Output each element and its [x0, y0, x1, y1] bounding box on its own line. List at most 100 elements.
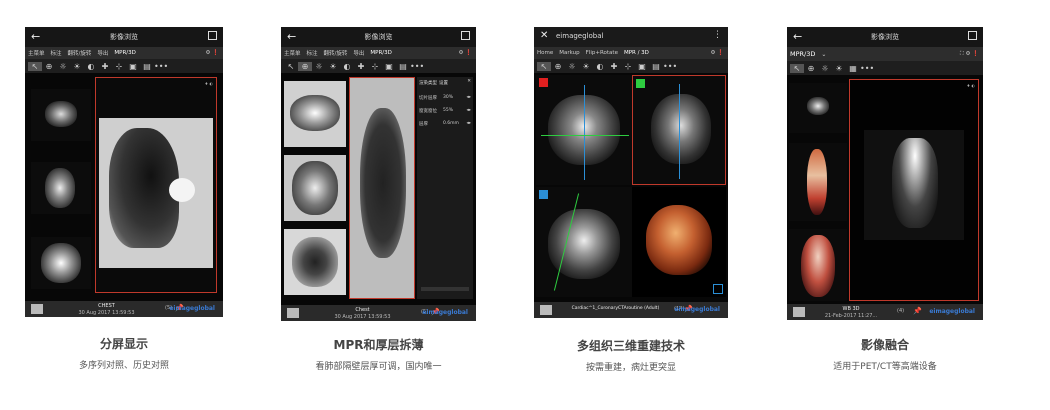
menu-item-mpr-3d[interactable]: MPR/3D — [114, 50, 135, 56]
more-icon[interactable]: ⚙ ❗ — [710, 50, 724, 56]
main-viewport[interactable]: ♦ ◐ — [95, 77, 217, 293]
tab-render-type[interactable]: 渲染类型 — [419, 80, 437, 86]
series-name: CHEST — [98, 303, 115, 309]
window-level-icon[interactable]: ☼ — [818, 64, 832, 73]
phone-screenshot: ← 影像浏览 主菜单 标注 翻转/旋转 导出 MPR/3D ⚙ ❗ ↖ ⊕ ☼ … — [25, 27, 223, 317]
fullscreen-icon[interactable] — [461, 31, 470, 40]
more-tools-icon[interactable]: ••• — [410, 62, 424, 71]
more-icon[interactable]: ⚙ ❗ — [205, 50, 219, 56]
series-thumbnail-axial[interactable] — [31, 89, 91, 141]
series-thumb-icon[interactable] — [31, 304, 43, 314]
menu-item-mpr-3d[interactable]: MPR/3D — [370, 50, 391, 56]
brightness-icon[interactable]: ☀ — [326, 62, 340, 71]
close-icon[interactable]: ✕ — [540, 30, 548, 41]
pointer-icon[interactable]: ↖ — [284, 62, 298, 71]
more-tools-icon[interactable]: ••• — [663, 62, 677, 71]
invert-icon[interactable]: ◐ — [593, 62, 607, 71]
menu-item-markup[interactable]: 标注 — [51, 49, 62, 57]
series-thumbnail-sagittal[interactable] — [31, 162, 91, 214]
menu-item-flip-rotate[interactable]: 翻转/旋转 — [68, 49, 92, 57]
more-icon[interactable]: ⚙ ❗ — [458, 50, 472, 56]
phone-screenshot: ← 影像浏览 主菜单 标注 翻转/旋转 导出 MPR/3D ⚙ ❗ ↖ ⊕ ☼ … — [281, 27, 476, 321]
fusion-thumbnail-sagittal[interactable] — [789, 143, 847, 221]
measure-icon[interactable]: ✚ — [354, 62, 368, 71]
layout-icon[interactable]: ▤ — [649, 62, 663, 71]
close-icon[interactable]: ✕ — [467, 79, 471, 84]
main-viewport[interactable] — [349, 77, 415, 299]
series-thumbnail-coronal[interactable] — [31, 237, 91, 289]
crosshair-icon[interactable]: ⊹ — [621, 62, 635, 71]
menu-item-export[interactable]: 导出 — [97, 49, 108, 57]
menu-item-flip-rotate[interactable]: Flip+Rotate — [586, 50, 618, 56]
panel-row-value: 55% — [443, 108, 454, 113]
zoom-icon[interactable]: ⊕ — [804, 64, 818, 73]
more-tools-icon[interactable]: ••• — [860, 64, 874, 73]
app-titlebar: ← 影像浏览 — [787, 27, 983, 47]
brightness-icon[interactable]: ☀ — [70, 62, 84, 71]
window-level-icon[interactable]: ☼ — [312, 62, 326, 71]
series-thumb-icon[interactable] — [793, 307, 805, 317]
viewport-3d-render[interactable] — [632, 187, 726, 297]
panel-row-label: 窗宽窗位 — [419, 109, 437, 114]
cube-orientation-icon[interactable] — [713, 284, 723, 294]
mpr-view-coronal[interactable] — [284, 229, 346, 295]
stepper-icon[interactable]: ◂▸ — [466, 108, 471, 113]
zoom-icon[interactable]: ⊕ — [42, 62, 56, 71]
menu-item-markup[interactable]: 标注 — [307, 49, 318, 57]
window-level-icon[interactable]: ☼ — [56, 62, 70, 71]
main-viewport[interactable]: ♦ ◐ — [849, 79, 979, 301]
fusion-thumbnail-coronal[interactable] — [789, 229, 847, 301]
mpr-view-axial[interactable] — [284, 81, 346, 147]
panel-row: 窗宽窗位 55% ◂▸ — [419, 108, 471, 114]
menu-item-export[interactable]: 导出 — [353, 49, 364, 57]
reset-icon[interactable]: ▣ — [382, 62, 396, 71]
fusion-icon[interactable]: ▦ — [846, 64, 860, 73]
more-tools-icon[interactable]: ••• — [154, 62, 168, 71]
fullscreen-icon[interactable] — [968, 31, 977, 40]
invert-icon[interactable]: ◐ — [84, 62, 98, 71]
tool-bar: ↖ ⊕ ☼ ☀ ▦ ••• — [787, 61, 983, 75]
pointer-icon[interactable]: ↖ — [28, 61, 42, 71]
pointer-icon[interactable]: ↖ — [790, 63, 804, 73]
blue-view-marker — [539, 190, 548, 199]
window-level-icon[interactable]: ☼ — [565, 62, 579, 71]
menu-item-home[interactable]: Home — [537, 50, 553, 56]
menu-item-main[interactable]: 主菜单 — [284, 49, 301, 57]
layout-icon[interactable]: ▤ — [140, 62, 154, 71]
menu-item-mpr-3d[interactable]: MPR / 3D — [624, 50, 649, 56]
zoom-icon[interactable]: ⊕ — [551, 62, 565, 71]
layout-icon[interactable]: ▤ — [396, 62, 410, 71]
menu-item-main[interactable]: 主菜单 — [28, 49, 45, 57]
brightness-icon[interactable]: ☀ — [579, 62, 593, 71]
brightness-icon[interactable]: ☀ — [832, 64, 846, 73]
measure-icon[interactable]: ✚ — [607, 62, 621, 71]
more-icon[interactable]: ⛶ ⚙ ❗ — [960, 51, 979, 58]
stepper-icon[interactable]: ◂▸ — [466, 121, 471, 126]
menu-item-mpr-3d[interactable]: MPR/3D — [790, 50, 815, 58]
fusion-thumbnail-axial[interactable] — [789, 83, 847, 133]
crosshair-icon[interactable]: ⊹ — [368, 62, 382, 71]
reset-icon[interactable]: ▣ — [126, 62, 140, 71]
tab-settings[interactable]: 设置 — [439, 80, 448, 86]
series-thumb-icon[interactable] — [287, 308, 299, 318]
mpr-view-sagittal[interactable] — [284, 155, 346, 221]
viewport-sagittal[interactable] — [536, 187, 632, 297]
stepper-icon[interactable]: ◂▸ — [466, 95, 471, 100]
menu-bar: Home Markup Flip+Rotate MPR / 3D ⚙ ❗ — [534, 47, 728, 59]
series-date: 30 Aug 2017 13:59:53 — [78, 310, 135, 316]
measure-icon[interactable]: ✚ — [98, 62, 112, 71]
reset-icon[interactable]: ▣ — [635, 62, 649, 71]
invert-icon[interactable]: ◐ — [340, 62, 354, 71]
fullscreen-icon[interactable] — [208, 31, 217, 40]
menu-item-markup[interactable]: Markup — [559, 50, 579, 56]
zoom-icon[interactable]: ⊕ — [298, 61, 312, 71]
chevron-down-icon[interactable]: ⌄ — [821, 51, 826, 58]
crosshair-icon[interactable]: ⊹ — [112, 62, 126, 71]
kebab-menu-icon[interactable]: ⋮ — [713, 30, 722, 40]
pointer-icon[interactable]: ↖ — [537, 61, 551, 71]
viewport-axial[interactable] — [536, 75, 632, 185]
series-thumb-icon[interactable] — [540, 305, 552, 315]
viewport-coronal[interactable] — [632, 75, 726, 185]
menu-item-flip-rotate[interactable]: 翻转/旋转 — [324, 49, 348, 57]
pin-icon[interactable]: 📌 — [913, 307, 922, 315]
